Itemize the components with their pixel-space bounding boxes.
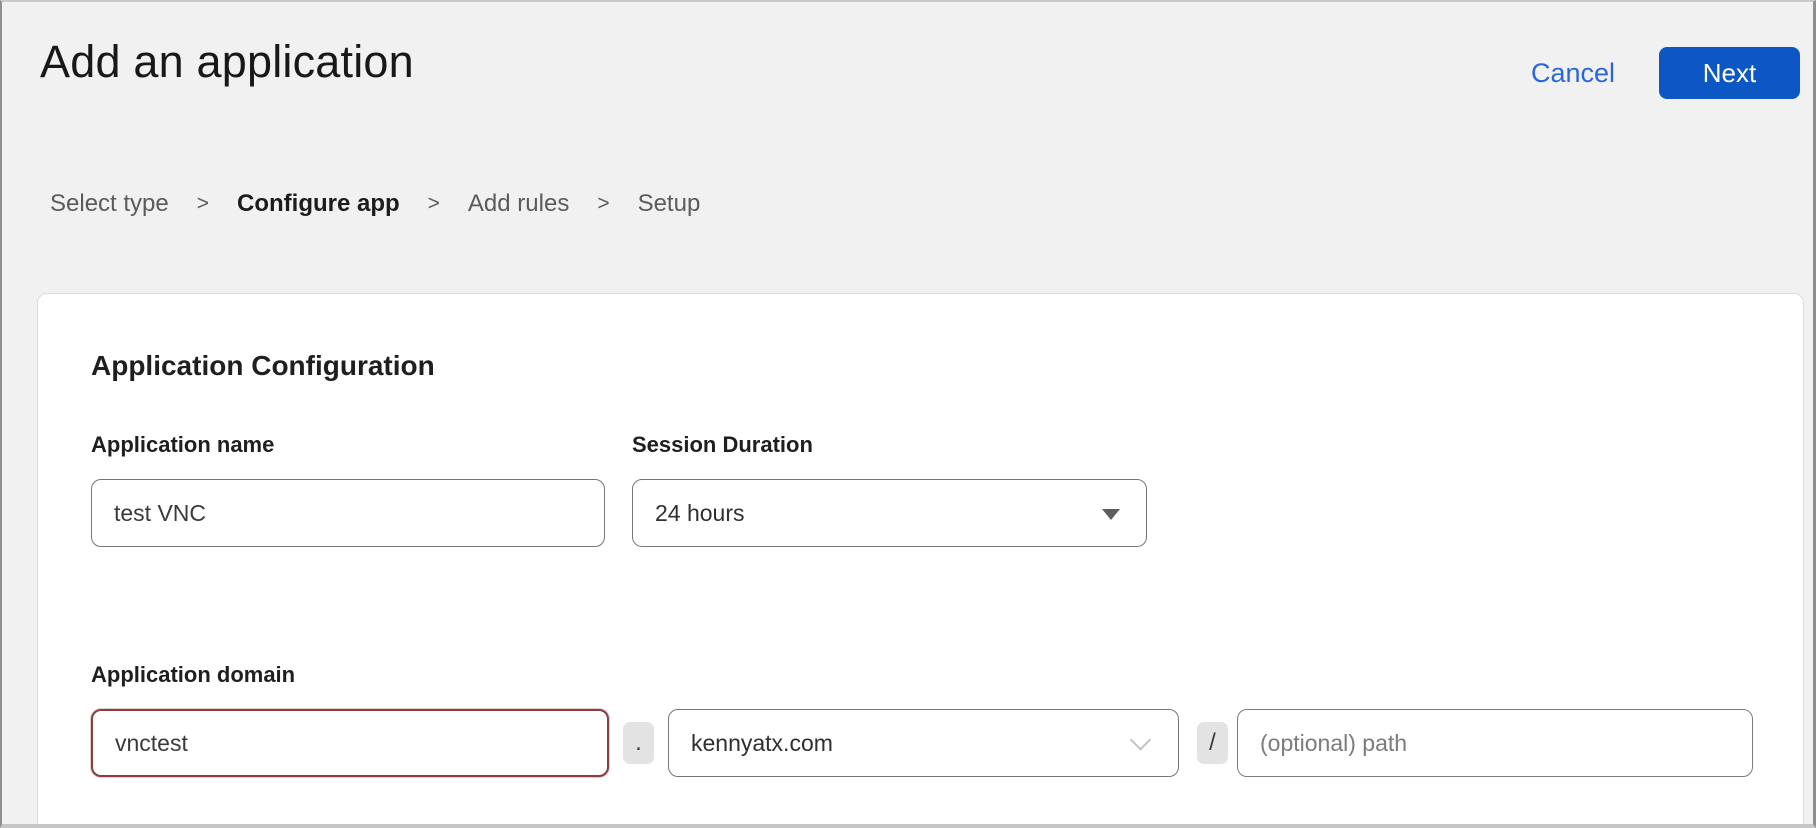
chevron-down-icon (1130, 729, 1151, 750)
subdomain-input[interactable] (91, 709, 609, 777)
breadcrumb-separator: > (197, 192, 209, 216)
application-name-label: Application name (91, 432, 274, 458)
session-duration-label: Session Duration (632, 432, 813, 458)
caret-down-icon (1102, 509, 1120, 520)
next-button[interactable]: Next (1659, 47, 1800, 99)
domain-select[interactable]: kennyatx.com (668, 709, 1179, 777)
page-title: Add an application (40, 36, 414, 88)
breadcrumb-step-configure-app[interactable]: Configure app (237, 190, 400, 218)
dot-separator: . (623, 722, 654, 764)
breadcrumb-separator: > (597, 192, 609, 216)
session-duration-select[interactable]: 24 hours (632, 479, 1147, 547)
configuration-card: Application Configuration Application na… (37, 293, 1804, 828)
path-input[interactable] (1237, 709, 1753, 777)
breadcrumb-step-add-rules[interactable]: Add rules (468, 190, 569, 218)
breadcrumb-separator: > (428, 192, 440, 216)
breadcrumb: Select type > Configure app > Add rules … (50, 190, 700, 218)
breadcrumb-step-setup[interactable]: Setup (638, 190, 701, 218)
section-title: Application Configuration (91, 350, 435, 382)
add-application-page: Add an application Cancel Next Select ty… (0, 0, 1816, 828)
breadcrumb-step-select-type[interactable]: Select type (50, 190, 169, 218)
application-domain-label: Application domain (91, 662, 295, 688)
session-duration-value: 24 hours (655, 500, 745, 527)
cancel-button[interactable]: Cancel (1531, 58, 1615, 89)
header-actions: Cancel Next (1531, 47, 1800, 99)
domain-select-value: kennyatx.com (691, 730, 833, 757)
slash-separator: / (1197, 722, 1228, 764)
application-name-input[interactable] (91, 479, 605, 547)
